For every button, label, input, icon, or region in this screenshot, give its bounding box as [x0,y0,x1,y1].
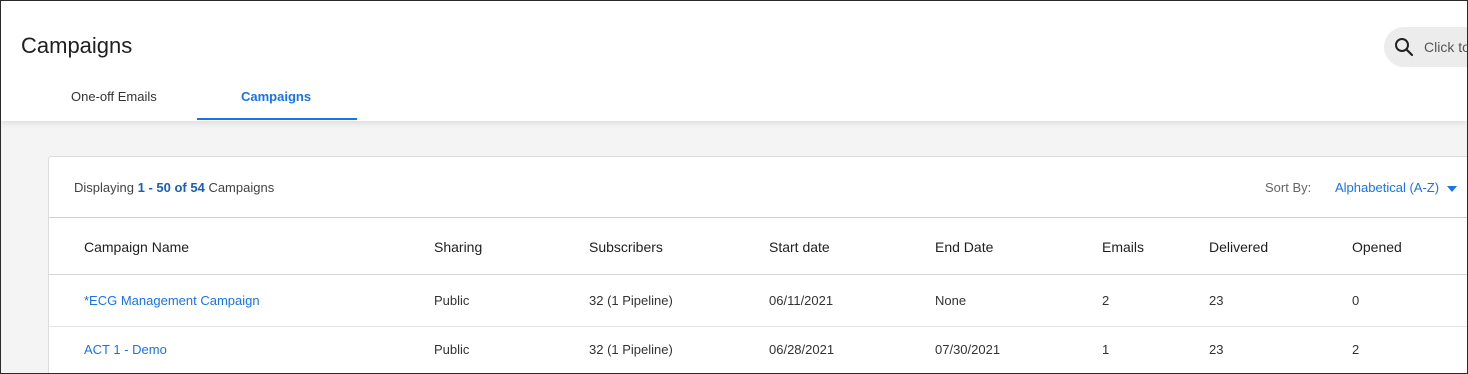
page-header: Campaigns Click to One-off Emails Campai… [1,1,1467,121]
cell-sharing: Public [434,293,470,308]
campaign-name-link[interactable]: *ECG Management Campaign [84,293,260,308]
search-input[interactable]: Click to [1384,27,1468,67]
column-header-sharing[interactable]: Sharing [434,239,482,255]
column-header-subscribers[interactable]: Subscribers [589,239,663,255]
cell-subscribers: 32 (1 Pipeline) [589,293,673,308]
divider [49,217,1467,218]
cell-sharing: Public [434,342,470,357]
row-divider [49,326,1467,327]
cell-start-date: 06/11/2021 [769,293,834,308]
tab-campaigns[interactable]: Campaigns [241,89,311,104]
column-header-start-date[interactable]: Start date [769,239,830,255]
displaying-range: 1 - 50 of 54 [137,180,205,195]
column-header-campaign-name[interactable]: Campaign Name [84,239,189,255]
cell-subscribers: 32 (1 Pipeline) [589,342,673,357]
results-count: Displaying 1 - 50 of 54 Campaigns [74,180,274,195]
cell-emails: 1 [1102,342,1110,357]
active-tab-indicator [197,118,357,120]
campaigns-card: Displaying 1 - 50 of 54 Campaigns Sort B… [48,156,1467,373]
cell-end-date: 07/30/2021 [935,342,1001,357]
cell-delivered: 23 [1209,342,1224,357]
header-divider [49,274,1467,275]
sort-dropdown[interactable]: Alphabetical (A-Z) [1335,180,1457,195]
column-header-delivered[interactable]: Delivered [1209,239,1268,255]
search-placeholder: Click to [1424,39,1468,55]
displaying-prefix: Displaying [74,180,134,195]
caret-down-icon [1446,185,1457,192]
column-header-end-date[interactable]: End Date [935,239,993,255]
app-frame: Campaigns Click to One-off Emails Campai… [0,0,1468,374]
search-icon [1395,38,1414,57]
page-title: Campaigns [21,33,133,58]
campaign-name-link[interactable]: ACT 1 - Demo [84,342,167,357]
displaying-suffix: Campaigns [208,180,275,195]
cell-start-date: 06/28/2021 [769,342,835,357]
sort-label: Sort By: [1265,180,1312,195]
column-header-emails[interactable]: Emails [1102,239,1144,255]
cell-end-date: None [935,293,967,308]
sort-value: Alphabetical (A-Z) [1335,180,1440,195]
cell-delivered: 23 [1209,293,1224,308]
tab-one-off-emails[interactable]: One-off Emails [71,89,157,104]
cell-opened: 2 [1352,342,1360,357]
cell-emails: 2 [1102,293,1110,308]
column-header-opened[interactable]: Opened [1352,239,1402,255]
cell-opened: 0 [1352,293,1360,308]
